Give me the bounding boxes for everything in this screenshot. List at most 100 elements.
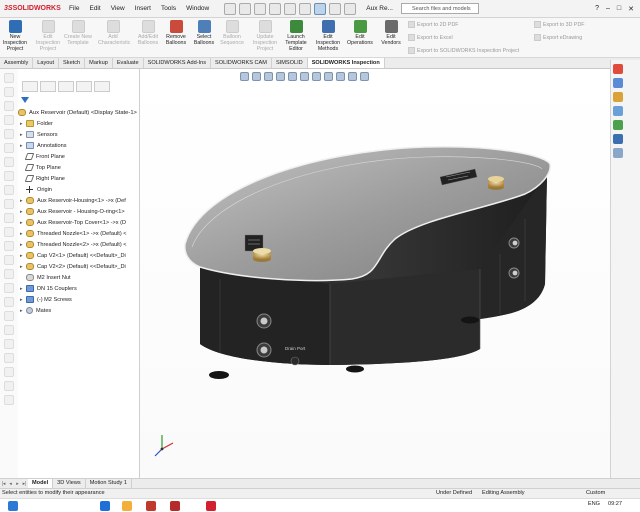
zoom-to-fit-icon[interactable] — [240, 72, 249, 81]
text-icon[interactable] — [4, 241, 14, 251]
spline-icon[interactable] — [4, 157, 14, 167]
nozzle-right-top[interactable] — [508, 237, 520, 249]
zoom-area-icon[interactable] — [252, 72, 261, 81]
slot-icon[interactable] — [4, 283, 14, 293]
fillet-icon[interactable] — [4, 213, 14, 223]
app-taskbar-icon[interactable] — [170, 501, 180, 511]
configuration-tab-icon[interactable] — [58, 81, 74, 92]
tree-root[interactable]: Aux Reservoir (Default) <Display State-1… — [18, 107, 139, 118]
feature-tree-tab-icon[interactable] — [22, 81, 38, 92]
axis-icon[interactable] — [4, 381, 14, 391]
new-file-icon[interactable] — [239, 2, 252, 15]
export-edrawing-link[interactable]: Export eDrawing — [534, 34, 582, 41]
balloon-sequence-button[interactable]: Balloon Sequence — [217, 20, 247, 46]
menu-tools[interactable]: Tools — [156, 5, 181, 12]
circle-icon[interactable] — [4, 101, 14, 111]
tree-item[interactable]: ▸ DN 15 Couplers — [18, 283, 139, 294]
tree-item[interactable]: ▸ Aux Reservoir-Housing<1> ->x (Def — [18, 195, 139, 206]
launch-template-editor-button[interactable]: Launch Template Editor — [281, 20, 311, 52]
clock[interactable]: 09:27 — [608, 501, 622, 507]
tab-cam[interactable]: SOLIDWORKS CAM — [211, 58, 272, 68]
forum-icon[interactable] — [613, 148, 623, 158]
relation-icon[interactable] — [4, 325, 14, 335]
tab-3d-views[interactable]: 3D Views — [53, 479, 86, 488]
view-orientation-icon[interactable] — [288, 72, 297, 81]
display-manager-tab-icon[interactable] — [94, 81, 110, 92]
hide-show-icon[interactable] — [312, 72, 321, 81]
options-gear-icon[interactable] — [344, 2, 357, 15]
view-settings-icon[interactable] — [348, 72, 357, 81]
export-excel-link[interactable]: Export to Excel — [408, 34, 453, 41]
rebuild-icon[interactable] — [329, 2, 342, 15]
tree-item[interactable]: ▸ Threaded Nozzle<2> ->x (Default) < — [18, 239, 139, 250]
search-input[interactable]: Search files and models — [400, 3, 479, 14]
solidworks-resources-icon[interactable] — [613, 64, 623, 74]
edit-appearance-icon[interactable] — [324, 72, 333, 81]
appearances-icon[interactable] — [613, 120, 623, 130]
tree-item[interactable]: ▸ Threaded Nozzle<1> ->x (Default) < — [18, 228, 139, 239]
tree-filter[interactable] — [18, 96, 138, 106]
edit-inspection-methods-button[interactable]: Edit Inspection Methods — [313, 20, 343, 52]
tree-item[interactable]: Origin — [18, 184, 139, 195]
sketch-icon[interactable] — [4, 73, 14, 83]
tab-model[interactable]: Model — [28, 479, 54, 488]
remove-balloons-button[interactable]: Remove Balloons — [161, 20, 191, 46]
point-icon[interactable] — [4, 255, 14, 265]
windows-start-icon[interactable] — [8, 501, 18, 511]
tree-item[interactable]: ▸ Aux Reservoir-Top Cover<1> ->x (D — [18, 217, 139, 228]
trim-icon[interactable] — [4, 171, 14, 181]
model-viewport[interactable]: Drain Port — [140, 69, 610, 478]
measure-icon[interactable] — [4, 353, 14, 363]
design-library-icon[interactable] — [613, 78, 623, 88]
coordinate-icon[interactable] — [4, 395, 14, 405]
explorer-taskbar-icon[interactable] — [100, 501, 110, 511]
open-file-icon[interactable] — [254, 2, 267, 15]
nozzle-front-bottom[interactable] — [256, 342, 272, 358]
tree-item[interactable]: ▸ (-) M2 Screws — [18, 294, 139, 305]
display-monitor-icon[interactable] — [360, 72, 369, 81]
select-pointer-icon[interactable] — [314, 2, 327, 15]
menu-window[interactable]: Window — [181, 5, 214, 12]
tab-addins[interactable]: SOLIDWORKS Add-Ins — [144, 58, 212, 68]
scene-icon[interactable] — [336, 72, 345, 81]
last-tab-arrow-icon[interactable]: ▸| — [21, 481, 28, 487]
next-tab-arrow-icon[interactable]: ▸ — [14, 481, 21, 487]
plane-icon[interactable] — [4, 367, 14, 377]
create-new-template-button[interactable]: Create New Template — [63, 20, 93, 46]
graphics-area[interactable]: Drain Port — [140, 69, 610, 478]
language-indicator[interactable]: ENG — [588, 501, 600, 507]
display-style-icon[interactable] — [300, 72, 309, 81]
export-inspection-project-link[interactable]: Export to SOLIDWORKS Inspection Project — [408, 47, 519, 54]
print-icon[interactable] — [284, 2, 297, 15]
dimxpert-tab-icon[interactable] — [76, 81, 92, 92]
tree-item[interactable]: M2 Insert Nut — [18, 272, 139, 283]
arc-icon[interactable] — [4, 115, 14, 125]
cap-left[interactable] — [253, 248, 271, 262]
drain-port[interactable] — [290, 356, 300, 366]
polygon-icon[interactable] — [4, 143, 14, 153]
update-inspection-project-button[interactable]: Update Inspection Project — [250, 20, 280, 52]
menu-view[interactable]: View — [106, 5, 130, 12]
first-tab-arrow-icon[interactable]: |◂ — [0, 481, 7, 487]
cap-right[interactable] — [488, 176, 504, 190]
dimension-icon[interactable] — [4, 311, 14, 321]
home-icon[interactable] — [224, 2, 237, 15]
units-selector[interactable]: Custom — [586, 489, 605, 498]
add-characteristic-button[interactable]: Add Characteristic — [98, 20, 130, 46]
menu-file[interactable]: File — [64, 5, 84, 12]
tab-simsolid[interactable]: SIMSOLID — [272, 58, 308, 68]
edit-vendors-button[interactable]: Edit Vendors — [376, 20, 406, 46]
save-icon[interactable] — [269, 2, 282, 15]
menu-edit[interactable]: Edit — [84, 5, 105, 12]
tab-evaluate[interactable]: Evaluate — [113, 58, 144, 68]
minimize-icon[interactable]: – — [606, 5, 610, 13]
maximize-icon[interactable]: □ — [617, 5, 621, 13]
chamfer-icon[interactable] — [4, 227, 14, 237]
nozzle-front-top[interactable] — [256, 313, 272, 329]
acrobat-taskbar-icon[interactable] — [146, 501, 156, 511]
centerline-icon[interactable] — [4, 269, 14, 279]
tree-item[interactable]: ▸ Annotations — [18, 140, 139, 151]
tree-item[interactable]: Right Plane — [18, 173, 139, 184]
menu-insert[interactable]: Insert — [130, 5, 156, 12]
tree-item[interactable]: ▸ Cap V2<1> (Default) <<Default>_Di — [18, 250, 139, 261]
